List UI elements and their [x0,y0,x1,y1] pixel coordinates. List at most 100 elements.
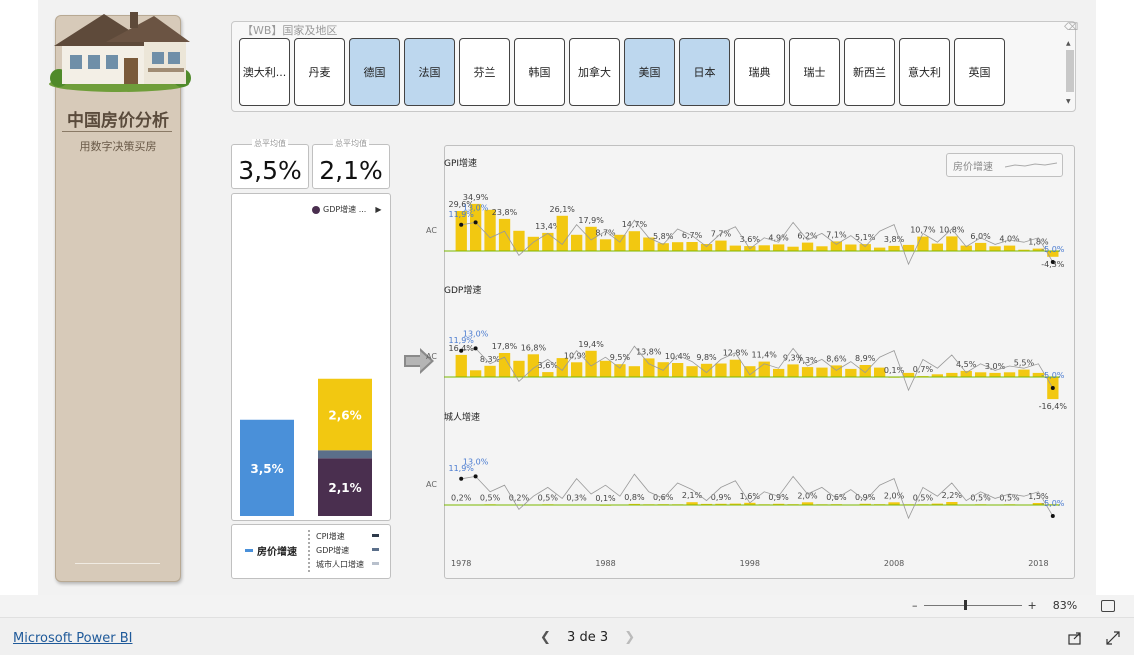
sidebar-title: 中国房价分析 [67,111,169,131]
panel-title: GPI增速 [444,157,477,169]
data-label: 0,6% [826,493,847,502]
slicer-item-2[interactable]: 德国 [349,38,400,106]
bar [542,372,554,377]
bar [874,247,886,251]
data-label: 26,1% [549,205,575,214]
bar [686,366,698,377]
trend-marker [1050,386,1055,390]
data-label: 9,8% [696,353,717,362]
bar [715,363,727,377]
data-label: 3,0% [985,362,1006,371]
slicer-item-0[interactable]: 澳大利... [239,38,290,106]
bar [902,244,915,251]
data-label: 2,0% [797,491,818,500]
data-label: 17,8% [492,342,518,351]
bar [614,234,626,251]
bar [571,362,583,377]
bar [989,372,1001,377]
x-tick-label: 2018 [1028,559,1048,568]
bar [773,244,785,251]
bar [975,242,987,251]
bar [1003,245,1016,251]
trend-label: -5,0% [1041,371,1065,380]
slicer-item-13[interactable]: 英国 [954,38,1005,106]
next-page-icon[interactable]: ❯ [624,630,635,645]
slicer-item-10[interactable]: 瑞士 [789,38,840,106]
x-tick-label: 1998 [740,559,760,568]
data-label: 8,9% [855,354,876,363]
scroll-up-icon[interactable]: ▲ [1066,40,1071,47]
stack-label-cpi: 2,6% [328,409,361,423]
bar [975,372,987,377]
power-bi-link[interactable]: Microsoft Power BI [13,631,132,646]
bar [845,244,857,251]
fullscreen-icon[interactable] [1106,631,1120,645]
data-label: 0,5% [913,493,934,502]
data-label: 0,5% [999,493,1020,502]
data-label: 0,3% [566,494,587,503]
prev-page-icon[interactable]: ❮ [540,630,551,645]
data-label: 0,5% [538,493,559,502]
data-label: 17,9% [578,216,604,225]
zoom-slider[interactable] [923,600,1022,610]
legend-swatch-house [245,549,253,552]
bar [700,363,713,377]
house-image [49,12,191,92]
trend-label: 13,0% [463,329,489,338]
fit-to-page-icon[interactable] [1101,600,1115,612]
bar [556,215,568,251]
stack-bar-gap [318,450,372,459]
bar [801,242,814,251]
slicer-scrollbar[interactable]: ▲ ▼ [1065,40,1074,107]
slicer-item-5[interactable]: 韩国 [514,38,565,106]
slicer-item-3[interactable]: 法国 [404,38,455,106]
data-label: 3,6% [538,361,559,370]
title-divider [62,131,172,132]
trend-marker [1050,514,1055,518]
scroll-thumb[interactable] [1066,50,1074,92]
bar [960,370,972,377]
bar [787,364,799,377]
data-label: 14,7% [622,220,648,229]
scroll-down-icon[interactable]: ▼ [1066,98,1071,105]
data-label: 0,2% [451,494,472,503]
slicer-item-4[interactable]: 芬兰 [459,38,510,106]
zoom-out-button[interactable]: – [912,599,918,612]
trend-marker [459,222,464,227]
legend-item-label: GDP增速 [316,545,349,555]
data-label: 1,6% [740,492,761,501]
bar [484,365,496,377]
slicer-item-12[interactable]: 意大利 [899,38,950,106]
bar [470,370,482,378]
slicer-item-1[interactable]: 丹麦 [294,38,345,106]
bar [859,244,871,251]
data-label: 0,1% [595,494,616,503]
zoom-in-button[interactable]: + [1028,599,1037,612]
bar [628,231,640,251]
bar [859,365,871,377]
bar [989,246,1001,251]
trend-sparkline-icon [1005,162,1057,168]
slicer-item-9[interactable]: 瑞典 [734,38,785,106]
slicer-item-11[interactable]: 新西兰 [844,38,895,106]
data-label: 34,9% [463,193,489,202]
data-label: 6,2% [797,232,818,241]
eraser-icon[interactable]: ⌫ [1064,22,1078,33]
bar [729,245,741,251]
trend-marker [473,346,478,351]
bar [686,242,698,251]
slicer-item-8[interactable]: 日本 [679,38,730,106]
bar [729,359,741,377]
slicer-item-6[interactable]: 加拿大 [569,38,620,106]
bar [830,241,842,251]
card-value: 3,5% [238,156,302,185]
zoom-knob[interactable] [963,600,967,610]
stack-label-gdp: 2,1% [328,481,361,495]
legend-graphic: 房价增速 CPI增速 GDP增速城市人口增速 [245,530,379,572]
share-icon[interactable] [1068,631,1082,645]
bar [801,367,814,377]
data-label: 0,7% [913,365,934,374]
slicer-item-7[interactable]: 美国 [624,38,675,106]
page-indicator: 3 de 3 [567,630,609,645]
bar [816,246,828,251]
